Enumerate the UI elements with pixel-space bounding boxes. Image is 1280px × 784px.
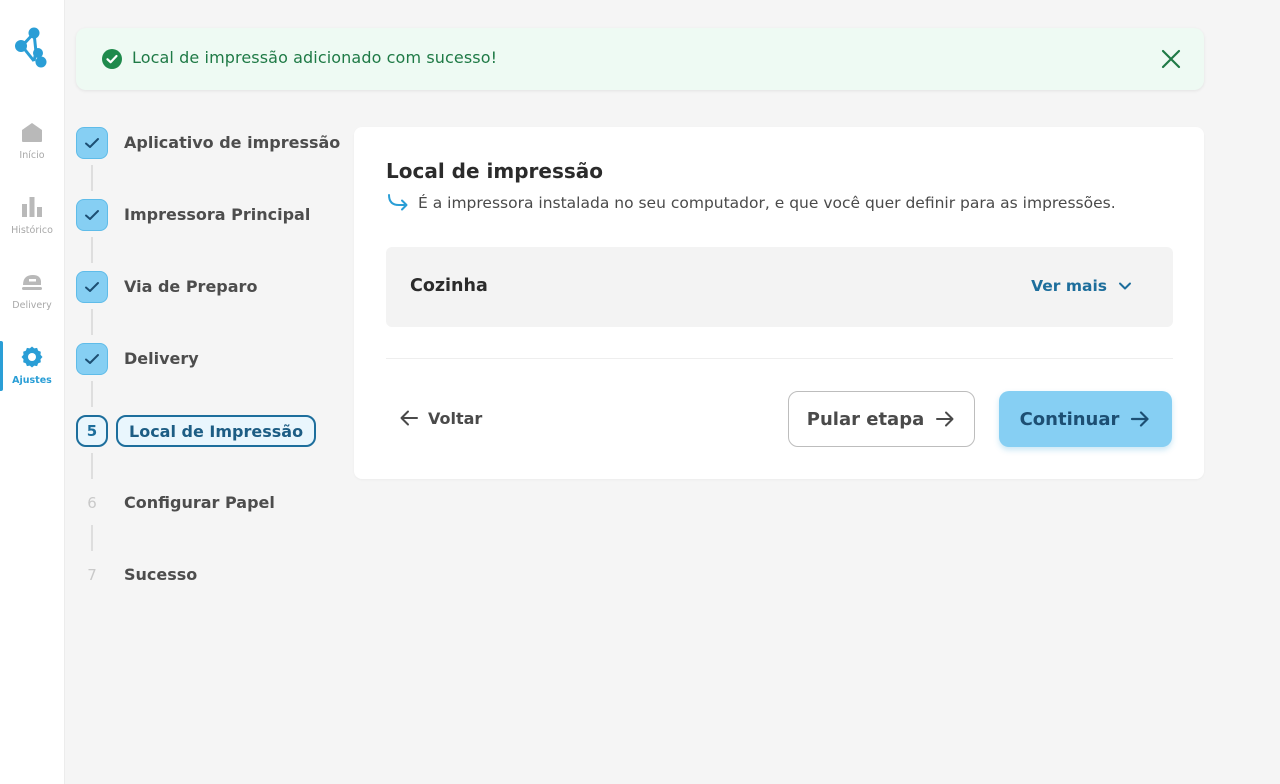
arrow-return-icon (386, 193, 410, 213)
step-item[interactable]: Aplicativo de impressão (76, 127, 340, 159)
skip-step-label: Pular etapa (806, 408, 925, 430)
step-label: Delivery (124, 349, 199, 368)
sidebar-item-label: Delivery (12, 300, 52, 311)
step-number: 5 (76, 415, 108, 447)
step-connector (91, 453, 93, 479)
step-label: Aplicativo de impressão (124, 133, 341, 152)
back-button-label: Voltar (428, 408, 483, 428)
step-connector (91, 237, 93, 263)
sidebar-item-ajustes[interactable]: Ajustes (0, 341, 64, 405)
close-icon[interactable] (1160, 48, 1182, 70)
back-button[interactable]: Voltar (398, 407, 482, 429)
check-icon (76, 271, 108, 303)
printer-row[interactable]: Cozinha Ver mais (386, 247, 1173, 327)
ver-mais-label: Ver mais (1031, 277, 1107, 295)
sidebar-item-label: Histórico (11, 225, 53, 236)
check-icon (76, 343, 108, 375)
step-item[interactable]: Impressora Principal (76, 199, 310, 231)
sidebar-item-label: Ajustes (12, 375, 52, 386)
divider (386, 358, 1173, 359)
step-label: Configurar Papel (124, 493, 275, 512)
check-circle-icon (102, 49, 122, 69)
step-label: Impressora Principal (124, 205, 311, 224)
home-icon (20, 120, 44, 144)
step-item[interactable]: 7 Sucesso (76, 559, 197, 591)
step-item[interactable]: Via de Preparo (76, 271, 257, 303)
sidebar-item-label: Início (19, 150, 45, 161)
delivery-scooter-icon (20, 270, 44, 294)
success-toast: Local de impressão adicionado com sucess… (76, 28, 1204, 90)
print-location-card: Local de impressão É a impressora instal… (354, 127, 1204, 479)
bar-chart-icon (20, 195, 44, 219)
ver-mais-button[interactable]: Ver mais (1031, 277, 1133, 295)
check-icon (76, 127, 108, 159)
sidebar-item-delivery[interactable]: Delivery (0, 270, 64, 330)
step-number: 7 (87, 566, 97, 584)
step-connector (91, 165, 93, 191)
sidebar: Início Histórico Delivery Ajustes (0, 0, 65, 784)
chevron-down-icon (1117, 278, 1133, 294)
step-label: Local de Impressão (116, 415, 317, 447)
step-item-current[interactable]: 5 Local de Impressão (76, 415, 317, 447)
sidebar-item-historico[interactable]: Histórico (0, 195, 64, 255)
step-connector (91, 309, 93, 335)
step-connector (91, 525, 93, 551)
step-item[interactable]: Delivery (76, 343, 199, 375)
step-item[interactable]: 6 Configurar Papel (76, 487, 275, 519)
skip-step-button[interactable]: Pular etapa (788, 391, 975, 447)
step-number: 6 (87, 494, 97, 512)
step-connector (91, 381, 93, 407)
step-label: Sucesso (124, 565, 198, 584)
step-label: Via de Preparo (124, 277, 258, 296)
arrow-left-icon (398, 407, 420, 429)
printer-name: Cozinha (410, 276, 488, 296)
card-subtitle: É a impressora instalada no seu computad… (418, 194, 1116, 212)
continue-button-label: Continuar (1019, 408, 1120, 430)
arrow-right-icon (934, 408, 956, 430)
check-icon (76, 199, 108, 231)
toast-message: Local de impressão adicionado com sucess… (132, 48, 498, 67)
sidebar-item-inicio[interactable]: Início (0, 120, 64, 180)
card-title: Local de impressão (386, 159, 603, 183)
arrow-right-icon (1129, 408, 1151, 430)
gear-icon (20, 345, 44, 369)
share-network-icon[interactable] (14, 26, 50, 72)
continue-button[interactable]: Continuar (999, 391, 1172, 447)
